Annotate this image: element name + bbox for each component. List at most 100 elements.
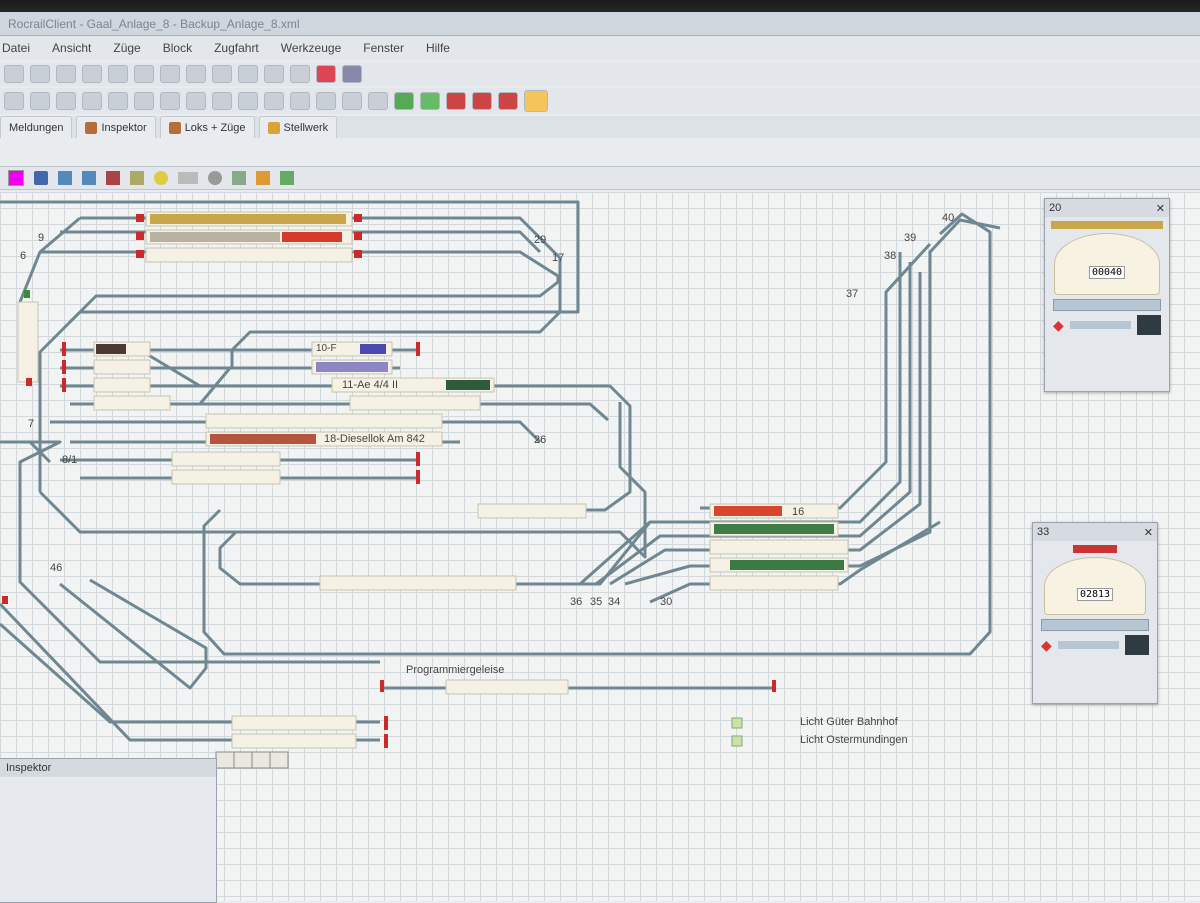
- toolbar-button[interactable]: [290, 92, 310, 110]
- block[interactable]: [445, 679, 569, 695]
- empty-slot[interactable]: [269, 751, 289, 769]
- toolbar-button[interactable]: [290, 65, 310, 83]
- function-slider[interactable]: [1057, 641, 1119, 649]
- close-icon[interactable]: ✕: [1156, 202, 1165, 215]
- loco-icon[interactable]: [420, 92, 440, 110]
- function-panel-icon[interactable]: [1137, 315, 1161, 335]
- block[interactable]: [93, 395, 171, 411]
- signal-icon[interactable]: [106, 171, 120, 185]
- toolbar-button[interactable]: [30, 92, 50, 110]
- train-image[interactable]: [316, 362, 388, 372]
- signal[interactable]: [26, 378, 32, 386]
- direction-left-icon[interactable]: ◆: [1053, 317, 1064, 334]
- signal[interactable]: [354, 214, 362, 222]
- block[interactable]: [349, 395, 481, 411]
- power-icon[interactable]: [342, 65, 362, 83]
- toolbar-button[interactable]: [264, 65, 284, 83]
- signal[interactable]: [384, 716, 388, 730]
- toolbar-button[interactable]: [212, 65, 232, 83]
- toolbar-button[interactable]: [108, 92, 128, 110]
- toolbar-button[interactable]: [186, 65, 206, 83]
- loco-icon[interactable]: [394, 92, 414, 110]
- toolbar-button[interactable]: [368, 92, 388, 110]
- toolbar-button[interactable]: [238, 92, 258, 110]
- loco-image[interactable]: [282, 232, 342, 242]
- block[interactable]: [231, 733, 357, 749]
- color-icon[interactable]: [8, 170, 24, 186]
- signal[interactable]: [416, 342, 420, 356]
- menu-datei[interactable]: Datei: [0, 41, 32, 55]
- speed-slider[interactable]: [1053, 299, 1161, 311]
- menu-werkzeuge[interactable]: Werkzeuge: [279, 41, 343, 55]
- track-icon[interactable]: [58, 171, 72, 185]
- toolbar-button[interactable]: [134, 92, 154, 110]
- signal[interactable]: [380, 680, 384, 692]
- signal[interactable]: [62, 360, 66, 374]
- empty-slot[interactable]: [215, 751, 235, 769]
- block[interactable]: [205, 413, 443, 429]
- block[interactable]: [709, 575, 839, 591]
- signal[interactable]: [24, 290, 30, 298]
- loco-image[interactable]: [96, 344, 126, 354]
- toolbar-button[interactable]: [134, 65, 154, 83]
- toolbar-button[interactable]: [160, 65, 180, 83]
- throttle-window[interactable]: 20 ✕ 00040 ◆: [1044, 198, 1170, 392]
- lamp-icon[interactable]: [731, 717, 743, 729]
- route-icon[interactable]: [232, 171, 246, 185]
- text-icon[interactable]: [178, 172, 198, 184]
- menu-fenster[interactable]: Fenster: [361, 41, 406, 55]
- menu-ansicht[interactable]: Ansicht: [50, 41, 93, 55]
- throttle-titlebar[interactable]: 33 ✕: [1033, 523, 1157, 541]
- signal[interactable]: [354, 250, 362, 258]
- signal[interactable]: [136, 232, 144, 240]
- block[interactable]: [171, 469, 281, 485]
- menu-block[interactable]: Block: [161, 41, 194, 55]
- menu-zuege[interactable]: Züge: [111, 41, 142, 55]
- signal[interactable]: [416, 452, 420, 466]
- block[interactable]: [93, 377, 151, 393]
- tab-loks-zuege[interactable]: Loks + Züge: [159, 116, 255, 138]
- train-image[interactable]: [150, 214, 346, 224]
- empty-slot[interactable]: [233, 751, 253, 769]
- direction-left-icon[interactable]: ◆: [1041, 637, 1052, 654]
- signal[interactable]: [62, 378, 66, 392]
- menu-zugfahrt[interactable]: Zugfahrt: [212, 41, 261, 55]
- pencil-icon[interactable]: [34, 171, 48, 185]
- toolbar-button[interactable]: [82, 65, 102, 83]
- block[interactable]: [145, 247, 353, 263]
- toolbar-button[interactable]: [4, 65, 24, 83]
- signal[interactable]: [62, 342, 66, 356]
- eraser-icon[interactable]: [472, 92, 492, 110]
- function-slider[interactable]: [1069, 321, 1131, 329]
- toolbar-button[interactable]: [238, 65, 258, 83]
- block[interactable]: [709, 539, 849, 555]
- toolbar-button[interactable]: [56, 65, 76, 83]
- close-icon[interactable]: ✕: [1144, 526, 1153, 539]
- image-icon[interactable]: [280, 171, 294, 185]
- lamp-icon[interactable]: [731, 735, 743, 747]
- block[interactable]: [17, 301, 39, 383]
- turntable-icon[interactable]: [208, 171, 222, 185]
- signal[interactable]: [384, 734, 388, 748]
- toolbar-button[interactable]: [212, 92, 232, 110]
- toolbar-button[interactable]: [160, 92, 180, 110]
- train-image[interactable]: [714, 524, 834, 534]
- toolbar-button[interactable]: [108, 65, 128, 83]
- signal[interactable]: [2, 596, 8, 604]
- toolbar-button[interactable]: [342, 92, 362, 110]
- clock-icon[interactable]: [524, 90, 548, 112]
- block[interactable]: [319, 575, 517, 591]
- signal[interactable]: [136, 250, 144, 258]
- tab-meldungen[interactable]: Meldungen: [0, 116, 73, 138]
- empty-slot[interactable]: [251, 751, 271, 769]
- stop-icon[interactable]: [316, 65, 336, 83]
- signal[interactable]: [416, 470, 420, 484]
- signal[interactable]: [136, 214, 144, 222]
- loco-image[interactable]: [360, 344, 386, 354]
- throttle-window[interactable]: 33 ✕ 02813 ◆: [1032, 522, 1158, 704]
- signal[interactable]: [354, 232, 362, 240]
- train-image[interactable]: [730, 560, 844, 570]
- loco-image[interactable]: [714, 506, 782, 516]
- eraser-icon[interactable]: [446, 92, 466, 110]
- block[interactable]: [477, 503, 587, 519]
